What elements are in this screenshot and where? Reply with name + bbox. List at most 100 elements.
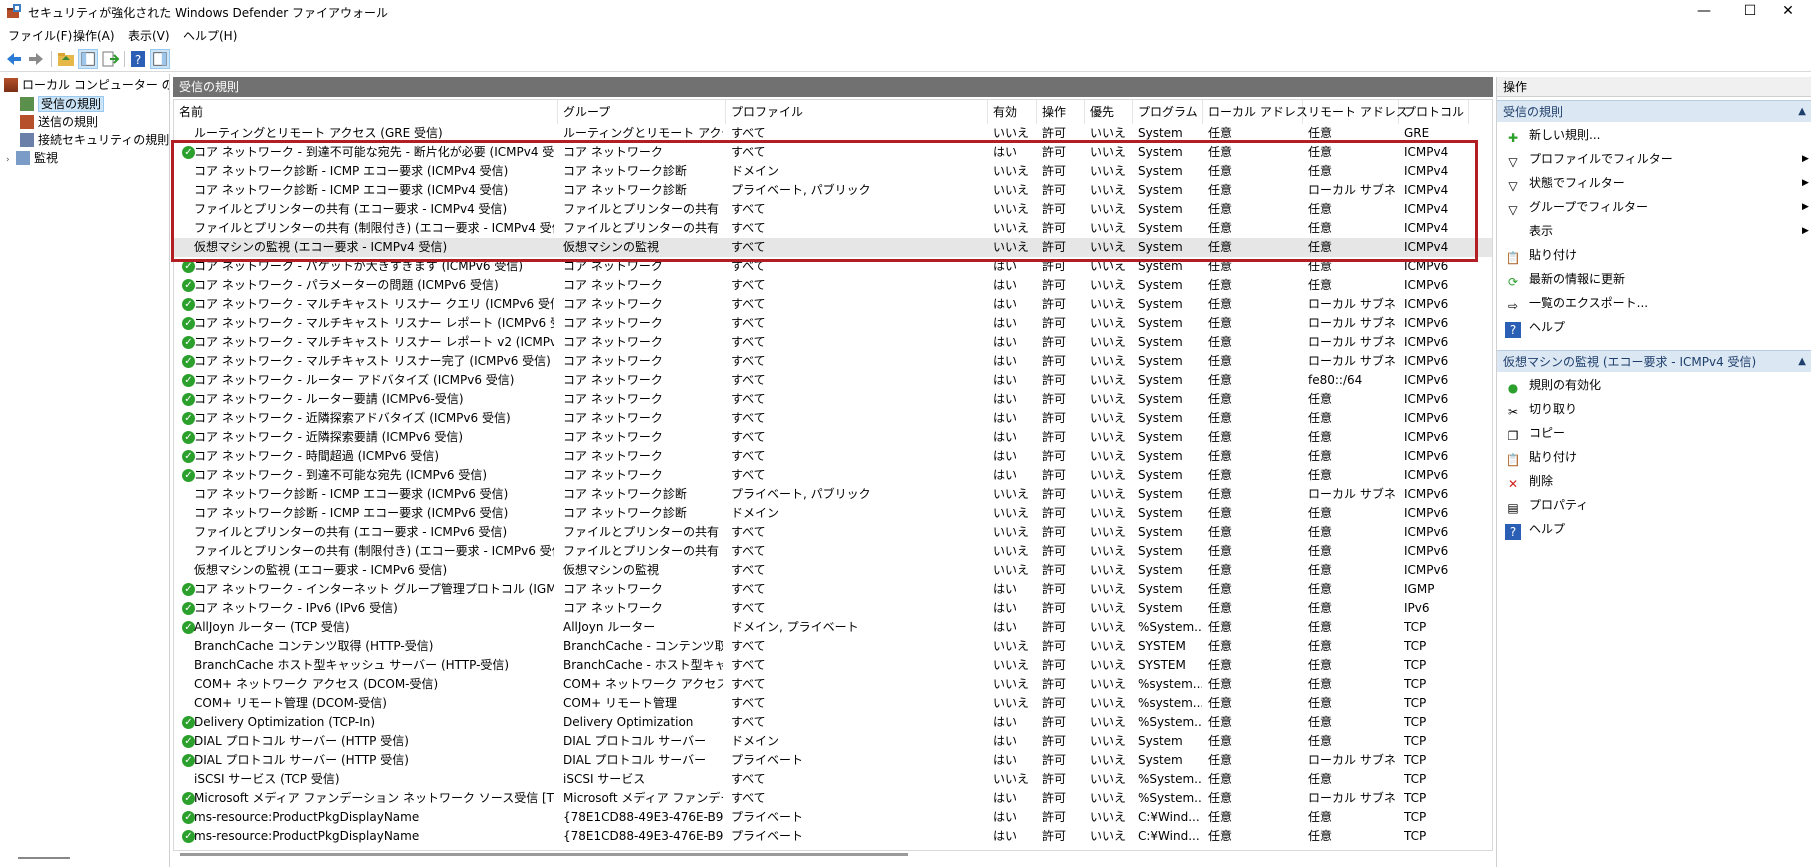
table-row[interactable]: ルーティングとリモート アクセス (GRE 受信) ルーティングとリモート アクセ… <box>174 124 1492 143</box>
tree-horizontal-scrollbar[interactable] <box>18 857 70 859</box>
cell-profile: すべて <box>731 240 766 254</box>
tree-root-local-computer[interactable]: ローカル コンピューター のセキュリ <box>4 76 169 94</box>
table-row[interactable]: コア ネットワーク診断 - ICMP エコー要求 (ICMPv6 受信) コア ネ… <box>174 504 1492 523</box>
table-row[interactable]: BranchCache コンテンツ取得 (HTTP-受信) BranchCache… <box>174 637 1492 656</box>
tree-item-outbound-rules[interactable]: 送信の規則 <box>20 113 98 131</box>
close-button[interactable]: ✕ <box>1765 0 1811 24</box>
action-item[interactable]: ✚ 新しい規則... <box>1505 124 1600 146</box>
column-header-remote-address[interactable]: リモート アドレス <box>1303 100 1408 124</box>
action-item[interactable]: ⇨ 一覧のエクスポート... <box>1505 292 1648 314</box>
table-row[interactable]: ✓ DIAL プロトコル サーバー (HTTP 受信) DIAL プロトコル サーバ… <box>174 732 1492 751</box>
column-header-program[interactable]: プログラム <box>1133 100 1203 124</box>
export-list-icon[interactable] <box>100 49 120 69</box>
table-row[interactable]: ✓ ms-resource:ProductPkgDisplayName {78E1C… <box>174 827 1492 846</box>
action-item[interactable]: ▽ プロファイルでフィルター ▶ <box>1505 148 1809 170</box>
table-row[interactable]: ✓コア ネットワーク - インターネット グループ管理プロトコル (IGMP 受… <box>174 580 1492 599</box>
action-item[interactable]: ✕ 削除 <box>1505 470 1553 492</box>
table-row[interactable]: ✓ コア ネットワーク - 時間超過 (ICMPv6 受信) コア ネットワーク すべ… <box>174 447 1492 466</box>
action-item[interactable]: ▽ グループでフィルター ▶ <box>1505 196 1809 218</box>
cell-remote: ローカル サブネット <box>1308 183 1398 197</box>
table-row[interactable]: コア ネットワーク診断 - ICMP エコー要求 (ICMPv6 受信) コア ネ… <box>174 485 1492 504</box>
cell-proto: TCP <box>1404 734 1427 748</box>
table-row[interactable]: ✓ コア ネットワーク - IPv6 (IPv6 受信) コア ネットワーク すべては… <box>174 599 1492 618</box>
menu-file[interactable]: ファイル(F) <box>8 27 72 44</box>
menu-action[interactable]: 操作(A) <box>73 27 115 44</box>
action-item[interactable]: ✂ 切り取り <box>1505 398 1577 420</box>
table-row[interactable]: ✓コア ネットワーク - マルチキャスト リスナー レポート v2 (ICMPv… <box>174 333 1492 352</box>
table-row[interactable]: ファイルとプリンターの共有 (制限付き) (エコー要求 - ICMPv6 受信)… <box>174 542 1492 561</box>
table-row[interactable]: ✓ Delivery Optimization (TCP-In) Delivery … <box>174 713 1492 732</box>
column-header-profile[interactable]: プロファイル <box>726 100 988 124</box>
menu-view[interactable]: 表示(V) <box>128 27 170 44</box>
table-row[interactable]: ✓ コア ネットワーク - 到達不可能な宛先 - 断片化が必要 (ICMPv4 受… <box>174 143 1492 162</box>
table-row[interactable]: ✓ コア ネットワーク - マルチキャスト リスナー クエリ (ICMPv6 受信… <box>174 295 1492 314</box>
column-header-override[interactable]: 優先 <box>1085 100 1133 124</box>
table-row[interactable]: ✓ ms-resource:ProductPkgDisplayName {78E1C… <box>174 808 1492 827</box>
table-row[interactable]: ファイルとプリンターの共有 (制限付き) (エコー要求 - ICMPv4 受信)… <box>174 219 1492 238</box>
cell-group: コア ネットワーク <box>563 335 663 349</box>
action-item[interactable]: ● 規則の有効化 <box>1505 374 1601 396</box>
action-item[interactable]: 表示 ▶ <box>1505 220 1809 242</box>
up-folder-icon[interactable] <box>56 49 76 69</box>
table-row[interactable]: ✓ コア ネットワーク - ルーター要請 (ICMPv6-受信) コア ネットワーク… <box>174 390 1492 409</box>
table-row[interactable]: ファイルとプリンターの共有 (エコー要求 - ICMPv4 受信) ファイルとプリ… <box>174 200 1492 219</box>
cell-profile: すべて <box>731 601 766 615</box>
cell-action: 許可 <box>1042 297 1067 311</box>
table-row[interactable]: ✓ AllJoyn ルーター (TCP 受信) AllJoyn ルーター ドメイン, … <box>174 618 1492 637</box>
table-row[interactable]: 仮想マシンの監視 (エコー要求 - ICMPv6 受信) 仮想マシンの監視 すべて い… <box>174 561 1492 580</box>
collapse-chevron-icon[interactable]: ▲ <box>1798 351 1806 373</box>
cell-local: 任意 <box>1208 240 1233 254</box>
expand-chevron-icon[interactable]: › <box>6 151 16 169</box>
column-header-group[interactable]: グループ <box>558 100 726 124</box>
grid-horizontal-scrollbar[interactable] <box>180 853 908 856</box>
show-hide-action-pane-icon[interactable] <box>150 49 170 69</box>
table-row[interactable]: ✓ コア ネットワーク - パケットが大きすぎます (ICMPv6 受信) コア ネ… <box>174 257 1492 276</box>
table-row[interactable]: COM+ ネットワーク アクセス (DCOM-受信) COM+ ネットワーク アク… <box>174 675 1492 694</box>
column-header-action[interactable]: 操作 <box>1037 100 1085 124</box>
table-row[interactable]: コア ネットワーク診断 - ICMP エコー要求 (ICMPv4 受信) コア ネ… <box>174 162 1492 181</box>
table-row[interactable]: ✓ コア ネットワーク - 近隣探索アドバタイズ (ICMPv6 受信) コア ネッ… <box>174 409 1492 428</box>
table-row[interactable]: ✓ DIAL プロトコル サーバー (HTTP 受信) DIAL プロトコル サーバ… <box>174 751 1492 770</box>
cell-action: 許可 <box>1042 753 1067 767</box>
action-item[interactable]: 📋 貼り付け <box>1505 446 1578 468</box>
help-icon[interactable]: ? <box>128 49 148 69</box>
collapse-chevron-icon[interactable]: ▲ <box>1798 101 1806 123</box>
actions-section-selected-rule[interactable]: 仮想マシンの監視 (エコー要求 - ICMPv4 受信) ▲ <box>1497 350 1811 372</box>
table-row[interactable]: ファイルとプリンターの共有 (エコー要求 - ICMPv6 受信) ファイルとプリ… <box>174 523 1492 542</box>
table-row[interactable]: コア ネットワーク診断 - ICMP エコー要求 (ICMPv4 受信) コア ネ… <box>174 181 1492 200</box>
action-item[interactable]: ❐ コピー <box>1505 422 1565 444</box>
table-row[interactable]: 仮想マシンの監視 (エコー要求 - ICMPv4 受信) 仮想マシンの監視 すべて い… <box>174 238 1492 257</box>
table-row[interactable]: BranchCache ホスト型キャッシュ サーバー (HTTP-受信) Bran… <box>174 656 1492 675</box>
table-row[interactable]: ✓ コア ネットワーク - 到達不可能な宛先 (ICMPv6 受信) コア ネットワ… <box>174 466 1492 485</box>
table-row[interactable]: iSCSI サービス (TCP 受信) iSCSI サービス すべて いいえ 許可 いいえ… <box>174 770 1492 789</box>
action-item[interactable]: 📋 貼り付け <box>1505 244 1578 266</box>
action-item[interactable]: ▽ 状態でフィルター ▶ <box>1505 172 1809 194</box>
table-row[interactable]: ✓ Microsoft メディア ファンデーション ネットワーク ソース受信 [T… <box>174 789 1492 808</box>
column-header-local-address[interactable]: ローカル アドレス <box>1203 100 1308 124</box>
tree-item-monitoring[interactable]: › 監視 <box>6 149 58 167</box>
table-row[interactable]: ✓ コア ネットワーク - パラメーターの問題 (ICMPv6 受信) コア ネット… <box>174 276 1492 295</box>
cell-remote: 任意 <box>1308 715 1333 729</box>
tree-item-inbound-rules[interactable]: 受信の規則 <box>20 95 105 113</box>
actions-section-inbound-rules[interactable]: 受信の規則 ▲ <box>1497 100 1811 122</box>
tree-item-connection-security[interactable]: 接続セキュリティの規則 <box>20 131 169 149</box>
column-header-protocol[interactable]: プロトコル <box>1399 100 1469 124</box>
table-row[interactable]: ✓ コア ネットワーク - 近隣探索要請 (ICMPv6 受信) コア ネットワーク… <box>174 428 1492 447</box>
cell-program: System <box>1138 468 1183 482</box>
column-header-enabled[interactable]: 有効 <box>988 100 1037 124</box>
minimize-button[interactable]: — <box>1681 0 1727 24</box>
forward-icon[interactable] <box>26 49 46 69</box>
action-item[interactable]: ? ヘルプ <box>1505 316 1565 338</box>
table-row[interactable]: COM+ リモート管理 (DCOM-受信) COM+ リモート管理 すべて いいえ 許可… <box>174 694 1492 713</box>
action-item[interactable]: ▤ プロパティ <box>1505 494 1588 516</box>
table-row[interactable]: ✓ コア ネットワーク - マルチキャスト リスナー レポート (ICMPv6 受… <box>174 314 1492 333</box>
table-row[interactable]: ✓ コア ネットワーク - ルーター アドバタイズ (ICMPv6 受信) コア ネ… <box>174 371 1492 390</box>
back-icon[interactable] <box>4 49 24 69</box>
show-hide-tree-icon[interactable] <box>78 49 98 69</box>
action-item[interactable]: ? ヘルプ <box>1505 518 1565 540</box>
action-item[interactable]: ⟳ 最新の情報に更新 <box>1505 268 1625 290</box>
menu-help[interactable]: ヘルプ(H) <box>183 27 237 44</box>
filter-icon: ▽ <box>1508 179 1518 193</box>
column-header-name[interactable]: 名前 <box>174 100 558 124</box>
table-row[interactable]: ✓ コア ネットワーク - マルチキャスト リスナー完了 (ICMPv6 受信) コ… <box>174 352 1492 371</box>
